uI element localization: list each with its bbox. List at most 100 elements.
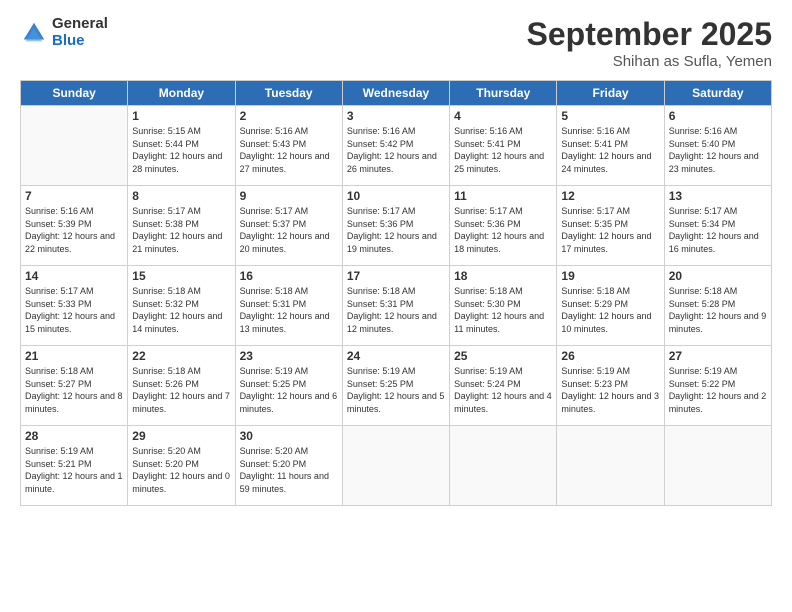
day-info: Sunrise: 5:18 AMSunset: 5:31 PMDaylight:…: [240, 285, 338, 335]
day-info: Sunrise: 5:20 AMSunset: 5:20 PMDaylight:…: [240, 445, 338, 495]
month-title: September 2025: [527, 16, 772, 53]
day-number: 6: [669, 109, 767, 123]
calendar-cell: 14Sunrise: 5:17 AMSunset: 5:33 PMDayligh…: [21, 266, 128, 346]
day-info: Sunrise: 5:17 AMSunset: 5:38 PMDaylight:…: [132, 205, 230, 255]
calendar-cell: 2 Sunrise: 5:16 AMSunset: 5:43 PMDaylight…: [235, 106, 342, 186]
day-info: Sunrise: 5:17 AMSunset: 5:36 PMDaylight:…: [347, 205, 445, 255]
day-number: 12: [561, 189, 659, 203]
page: General Blue September 2025 Shihan as Su…: [0, 0, 792, 612]
day-number: 15: [132, 269, 230, 283]
calendar-cell: 23 Sunrise: 5:19 AMSunset: 5:25 PMDayligh…: [235, 346, 342, 426]
calendar-cell: 7Sunrise: 5:16 AMSunset: 5:39 PMDaylight…: [21, 186, 128, 266]
calendar-week-row: 1 Sunrise: 5:15 AMSunset: 5:44 PMDaylight…: [21, 106, 772, 186]
day-number: 18: [454, 269, 552, 283]
day-info: Sunrise: 5:18 AMSunset: 5:27 PMDaylight:…: [25, 365, 123, 415]
day-info: Sunrise: 5:18 AMSunset: 5:28 PMDaylight:…: [669, 285, 767, 335]
logo-text: General Blue: [52, 16, 108, 49]
day-info: Sunrise: 5:19 AMSunset: 5:23 PMDaylight:…: [561, 365, 659, 415]
calendar-cell: 6 Sunrise: 5:16 AMSunset: 5:40 PMDaylight…: [664, 106, 771, 186]
calendar-week-row: 14Sunrise: 5:17 AMSunset: 5:33 PMDayligh…: [21, 266, 772, 346]
calendar-cell: 22Sunrise: 5:18 AMSunset: 5:26 PMDayligh…: [128, 346, 235, 426]
day-number: 29: [132, 429, 230, 443]
calendar-cell: [557, 426, 664, 506]
day-number: 9: [240, 189, 338, 203]
day-number: 28: [25, 429, 123, 443]
day-number: 26: [561, 349, 659, 363]
day-number: 19: [561, 269, 659, 283]
day-number: 27: [669, 349, 767, 363]
calendar-cell: 27 Sunrise: 5:19 AMSunset: 5:22 PMDayligh…: [664, 346, 771, 426]
calendar-cell: 20 Sunrise: 5:18 AMSunset: 5:28 PMDayligh…: [664, 266, 771, 346]
day-info: Sunrise: 5:19 AMSunset: 5:24 PMDaylight:…: [454, 365, 552, 415]
calendar-cell: 29 Sunrise: 5:20 AMSunset: 5:20 PMDayligh…: [128, 426, 235, 506]
calendar-cell: 25 Sunrise: 5:19 AMSunset: 5:24 PMDayligh…: [450, 346, 557, 426]
day-info: Sunrise: 5:19 AMSunset: 5:25 PMDaylight:…: [347, 365, 445, 415]
day-info: Sunrise: 5:17 AMSunset: 5:36 PMDaylight:…: [454, 205, 552, 255]
day-info: Sunrise: 5:19 AMSunset: 5:21 PMDaylight:…: [25, 445, 123, 495]
day-number: 14: [25, 269, 123, 283]
day-info: Sunrise: 5:19 AMSunset: 5:22 PMDaylight:…: [669, 365, 767, 415]
calendar-cell: 30 Sunrise: 5:20 AMSunset: 5:20 PMDayligh…: [235, 426, 342, 506]
dow-header: Monday: [128, 81, 235, 106]
calendar-cell: 1 Sunrise: 5:15 AMSunset: 5:44 PMDaylight…: [128, 106, 235, 186]
calendar-week-row: 28 Sunrise: 5:19 AMSunset: 5:21 PMDayligh…: [21, 426, 772, 506]
day-number: 30: [240, 429, 338, 443]
calendar-cell: 3 Sunrise: 5:16 AMSunset: 5:42 PMDaylight…: [342, 106, 449, 186]
day-info: Sunrise: 5:17 AMSunset: 5:37 PMDaylight:…: [240, 205, 338, 255]
logo: General Blue: [20, 16, 108, 49]
calendar-week-row: 7Sunrise: 5:16 AMSunset: 5:39 PMDaylight…: [21, 186, 772, 266]
day-info: Sunrise: 5:16 AMSunset: 5:43 PMDaylight:…: [240, 125, 338, 175]
location: Shihan as Sufla, Yemen: [527, 53, 772, 70]
calendar-cell: 13Sunrise: 5:17 AMSunset: 5:34 PMDayligh…: [664, 186, 771, 266]
calendar-cell: [342, 426, 449, 506]
day-info: Sunrise: 5:16 AMSunset: 5:42 PMDaylight:…: [347, 125, 445, 175]
calendar-cell: [450, 426, 557, 506]
day-number: 10: [347, 189, 445, 203]
dow-header: Wednesday: [342, 81, 449, 106]
header: General Blue September 2025 Shihan as Su…: [20, 16, 772, 70]
dow-header: Tuesday: [235, 81, 342, 106]
calendar-cell: 15 Sunrise: 5:18 AMSunset: 5:32 PMDayligh…: [128, 266, 235, 346]
day-info: Sunrise: 5:16 AMSunset: 5:41 PMDaylight:…: [561, 125, 659, 175]
calendar-week-row: 21 Sunrise: 5:18 AMSunset: 5:27 PMDayligh…: [21, 346, 772, 426]
day-number: 7: [25, 189, 123, 203]
day-number: 25: [454, 349, 552, 363]
day-info: Sunrise: 5:16 AMSunset: 5:40 PMDaylight:…: [669, 125, 767, 175]
day-number: 17: [347, 269, 445, 283]
calendar-cell: 9 Sunrise: 5:17 AMSunset: 5:37 PMDaylight…: [235, 186, 342, 266]
day-number: 8: [132, 189, 230, 203]
day-number: 5: [561, 109, 659, 123]
dow-header: Saturday: [664, 81, 771, 106]
day-info: Sunrise: 5:18 AMSunset: 5:30 PMDaylight:…: [454, 285, 552, 335]
day-number: 21: [25, 349, 123, 363]
calendar-cell: 17Sunrise: 5:18 AMSunset: 5:31 PMDayligh…: [342, 266, 449, 346]
logo-icon: [20, 19, 48, 47]
day-number: 11: [454, 189, 552, 203]
logo-general-label: General: [52, 16, 108, 33]
calendar-body: 1 Sunrise: 5:15 AMSunset: 5:44 PMDaylight…: [21, 106, 772, 506]
calendar-cell: 5 Sunrise: 5:16 AMSunset: 5:41 PMDaylight…: [557, 106, 664, 186]
day-info: Sunrise: 5:18 AMSunset: 5:29 PMDaylight:…: [561, 285, 659, 335]
day-number: 3: [347, 109, 445, 123]
day-number: 1: [132, 109, 230, 123]
logo-blue-label: Blue: [52, 33, 108, 50]
day-number: 16: [240, 269, 338, 283]
calendar: SundayMondayTuesdayWednesdayThursdayFrid…: [20, 80, 772, 506]
days-of-week-row: SundayMondayTuesdayWednesdayThursdayFrid…: [21, 81, 772, 106]
day-info: Sunrise: 5:15 AMSunset: 5:44 PMDaylight:…: [132, 125, 230, 175]
day-number: 23: [240, 349, 338, 363]
calendar-cell: 28 Sunrise: 5:19 AMSunset: 5:21 PMDayligh…: [21, 426, 128, 506]
title-block: September 2025 Shihan as Sufla, Yemen: [527, 16, 772, 70]
calendar-cell: 19 Sunrise: 5:18 AMSunset: 5:29 PMDayligh…: [557, 266, 664, 346]
day-info: Sunrise: 5:16 AMSunset: 5:41 PMDaylight:…: [454, 125, 552, 175]
calendar-cell: 16 Sunrise: 5:18 AMSunset: 5:31 PMDayligh…: [235, 266, 342, 346]
calendar-cell: 12 Sunrise: 5:17 AMSunset: 5:35 PMDayligh…: [557, 186, 664, 266]
calendar-cell: 21 Sunrise: 5:18 AMSunset: 5:27 PMDayligh…: [21, 346, 128, 426]
day-info: Sunrise: 5:19 AMSunset: 5:25 PMDaylight:…: [240, 365, 338, 415]
day-info: Sunrise: 5:18 AMSunset: 5:26 PMDaylight:…: [132, 365, 230, 415]
day-number: 2: [240, 109, 338, 123]
day-number: 20: [669, 269, 767, 283]
day-info: Sunrise: 5:17 AMSunset: 5:35 PMDaylight:…: [561, 205, 659, 255]
day-info: Sunrise: 5:20 AMSunset: 5:20 PMDaylight:…: [132, 445, 230, 495]
day-info: Sunrise: 5:18 AMSunset: 5:32 PMDaylight:…: [132, 285, 230, 335]
